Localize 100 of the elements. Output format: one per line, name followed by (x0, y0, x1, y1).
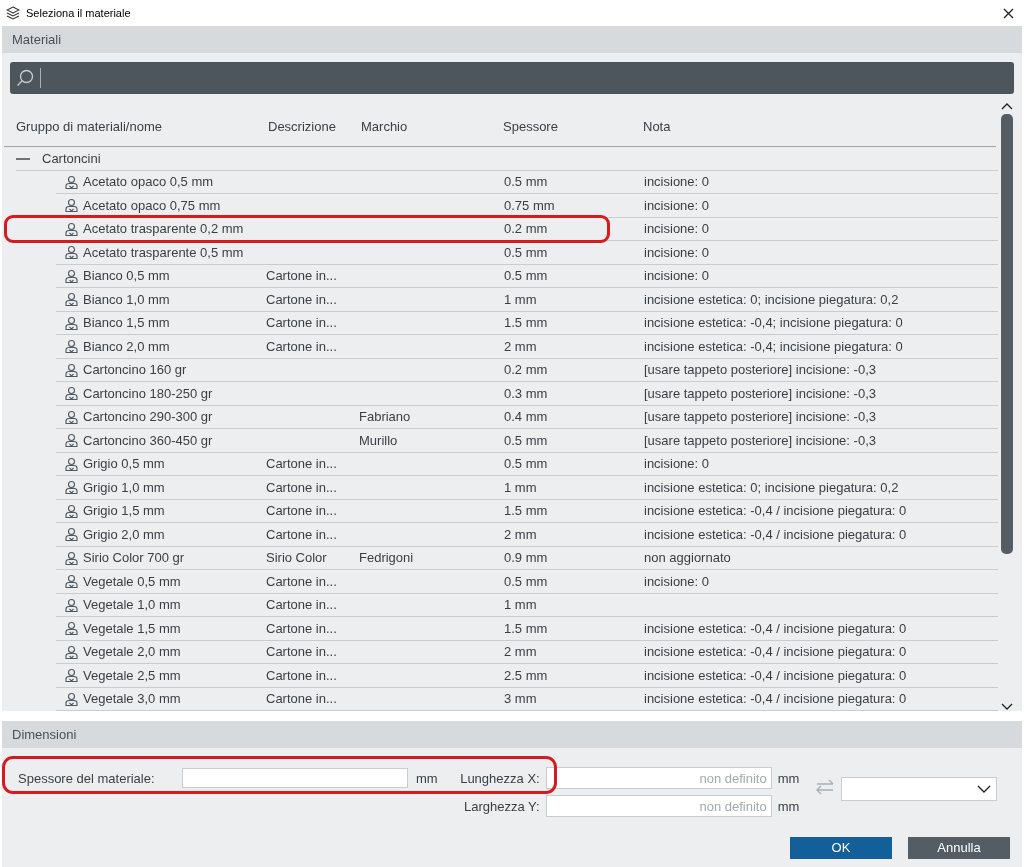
material-row[interactable]: Grigio 1,5 mm (56, 501, 266, 521)
material-row[interactable]: Acetato opaco 0,75 mm (56, 195, 266, 216)
material-name[interactable]: Cartoncino 160 gr (83, 360, 187, 380)
material-icon (64, 621, 79, 637)
material-row[interactable]: Vegetale 3,0 mm (56, 689, 266, 709)
table-cell-text: Cartone in... (266, 619, 337, 638)
dimension-field[interactable]: non definito (545, 767, 772, 790)
material-name[interactable]: Grigio 1,0 mm (83, 477, 165, 498)
table-cell-text: incisione: 0 (644, 220, 710, 239)
table-cell-text: incisione: 0 (644, 572, 710, 591)
table-cell-text: incisione: 0 (644, 173, 710, 192)
material-name[interactable]: Grigio 0,5 mm (83, 454, 165, 474)
table-cell-text: Cartone in... (266, 267, 337, 286)
material-name[interactable]: Acetato trasparente 0,5 mm (83, 242, 244, 263)
thickness-field[interactable] (182, 768, 408, 789)
material-row[interactable]: Vegetale 0,5 mm (56, 571, 266, 592)
material-icon (64, 691, 79, 707)
table-cell-text: 1.5 mm (504, 619, 548, 638)
scrollbar-thumb[interactable] (1001, 114, 1013, 555)
material-row[interactable]: Grigio 0,5 mm (56, 454, 266, 474)
table-cell-text: incisione estetica: -0,4; incisione piegatura: 0 (644, 337, 903, 356)
table-cell-text: 2.5 mm (504, 666, 548, 685)
material-row[interactable]: Acetato trasparente 0,2 mm (56, 219, 266, 239)
material-name[interactable]: Sirio Color 700 gr (83, 548, 185, 568)
material-icon (64, 644, 79, 660)
cancel-button[interactable]: Annulla (908, 837, 1010, 859)
search-icon (16, 69, 34, 88)
table-cell-text: Cartone in... (266, 525, 337, 544)
material-icon (64, 292, 79, 308)
material-row[interactable]: Sirio Color 700 gr (56, 548, 266, 568)
ok-button[interactable]: OK (790, 837, 892, 859)
section-header: Materiali (2, 26, 1022, 54)
material-icon (64, 174, 79, 190)
material-name[interactable]: Bianco 0,5 mm (83, 266, 170, 286)
table-cell-text: Sirio Color (266, 549, 327, 568)
material-icon (64, 409, 79, 425)
material-row[interactable]: Acetato opaco 0,5 mm (56, 172, 266, 192)
table-cell-text: incisione: 0 (644, 267, 710, 286)
material-row[interactable]: Bianco 0,5 mm (56, 266, 266, 286)
column-header[interactable]: Spessore (503, 117, 643, 137)
column-header[interactable]: Marchio (361, 117, 503, 137)
table-cell-text: Cartone in... (266, 502, 337, 521)
table-cell-text: Cartone in... (266, 455, 337, 474)
table-cell-text: incisione estetica: 0; incisione piegatura: 0,2 (644, 290, 899, 309)
table-cell-text: Cartone in... (266, 596, 337, 615)
material-name[interactable]: Grigio 1,5 mm (83, 501, 165, 521)
material-name[interactable]: Acetato opaco 0,5 mm (83, 172, 214, 192)
material-row[interactable]: Cartoncino 160 gr (56, 360, 266, 380)
material-row[interactable]: Acetato trasparente 0,5 mm (56, 242, 266, 263)
table-cell-text: 0.3 mm (504, 384, 548, 403)
material-name[interactable]: Vegetale 1,0 mm (83, 595, 181, 615)
material-icon (64, 456, 79, 472)
table-cell-text: 1 mm (504, 596, 537, 615)
material-name[interactable]: Vegetale 2,5 mm (83, 665, 181, 686)
material-row[interactable]: Vegetale 1,5 mm (56, 618, 266, 639)
material-name[interactable]: Bianco 2,0 mm (83, 336, 170, 357)
material-row[interactable]: Cartoncino 180-250 gr (56, 383, 266, 404)
material-row[interactable]: Grigio 1,0 mm (56, 477, 266, 498)
material-icon (64, 198, 79, 214)
material-name[interactable]: Acetato trasparente 0,2 mm (83, 219, 244, 239)
material-row[interactable]: Cartoncino 360-450 gr (56, 430, 266, 451)
material-row[interactable]: Bianco 1,0 mm (56, 289, 266, 310)
material-row[interactable]: Vegetale 2,5 mm (56, 665, 266, 686)
table-cell-text: Murillo (359, 431, 398, 450)
table-cell-text: [usare tappeto posteriore] incisione: -0,3 (644, 408, 876, 427)
material-name[interactable]: Grigio 2,0 mm (83, 524, 165, 545)
material-row[interactable]: Vegetale 1,0 mm (56, 595, 266, 615)
table-cell-text: incisione estetica: -0,4 / incisione piegatura: 0 (644, 502, 907, 521)
column-header[interactable]: Nota (643, 117, 996, 137)
material-name[interactable]: Bianco 1,0 mm (83, 289, 170, 310)
field-label: Spessore del materiale: (18, 769, 156, 788)
table-cell-text: Fabriano (359, 408, 411, 427)
material-name[interactable]: Bianco 1,5 mm (83, 313, 170, 333)
table-cell-text: 0.5 mm (504, 243, 548, 262)
dimension-field[interactable]: non definito (545, 795, 772, 818)
material-name[interactable]: Vegetale 0,5 mm (83, 571, 181, 592)
table-cell-text: 2 mm (504, 337, 537, 356)
material-name[interactable]: Cartoncino 290-300 gr (83, 407, 213, 427)
layers-icon (6, 6, 20, 21)
material-row[interactable]: Grigio 2,0 mm (56, 524, 266, 545)
material-row[interactable]: Bianco 1,5 mm (56, 313, 266, 333)
scroll-down-icon[interactable] (1001, 701, 1013, 712)
material-name[interactable]: Cartoncino 360-450 gr (83, 430, 213, 451)
column-header[interactable]: Descrizione (268, 117, 361, 137)
material-name[interactable]: Vegetale 2,0 mm (83, 642, 181, 662)
material-name[interactable]: Cartoncino 180-250 gr (83, 383, 213, 404)
table-cell-text: 0.9 mm (504, 549, 548, 568)
group-name[interactable]: Cartoncini (42, 148, 101, 169)
material-name[interactable]: Vegetale 3,0 mm (83, 689, 181, 709)
material-name[interactable]: Vegetale 1,5 mm (83, 618, 181, 639)
search-field[interactable] (10, 62, 1014, 95)
material-row[interactable]: Vegetale 2,0 mm (56, 642, 266, 662)
material-icon (64, 221, 79, 237)
material-row[interactable]: Bianco 2,0 mm (56, 336, 266, 357)
material-icon (64, 362, 79, 378)
column-header[interactable]: Gruppo di materiali/nome (4, 117, 268, 137)
material-icon (64, 315, 79, 331)
table-cell-text: 0.5 mm (504, 173, 548, 192)
material-name[interactable]: Acetato opaco 0,75 mm (83, 195, 221, 216)
material-row[interactable]: Cartoncino 290-300 gr (56, 407, 266, 427)
